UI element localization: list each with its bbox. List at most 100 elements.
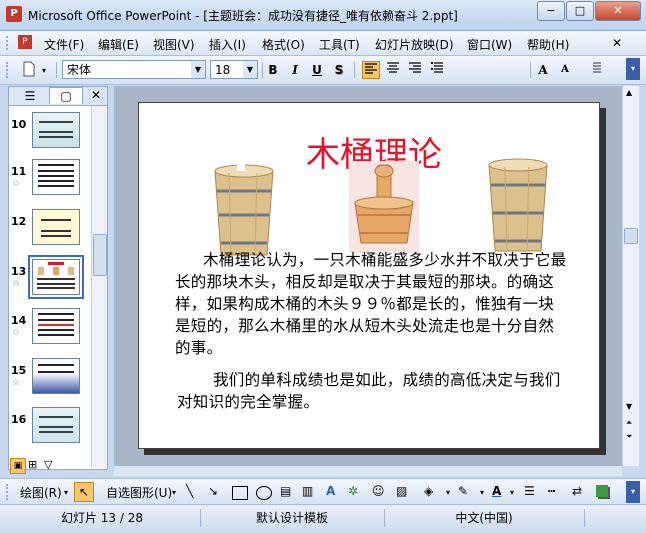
slide-thumbnail-11[interactable] — [32, 159, 80, 195]
line-color-icon[interactable]: ✎ — [458, 484, 468, 498]
formatting-toolbar: ▾ 宋体 ▼ 18 ▼ B I U S A A ▾ — [0, 56, 646, 85]
minimize-button[interactable]: − — [537, 1, 565, 21]
menu-grip[interactable] — [6, 36, 12, 50]
menu-window[interactable]: 窗口(W) — [467, 36, 512, 53]
chevron-down-icon[interactable]: ▾ — [480, 488, 484, 497]
chevron-down-icon[interactable]: ▾ — [64, 488, 68, 497]
powerpoint-icon[interactable]: P — [6, 6, 22, 22]
draw-menu-button[interactable]: 绘图(R) — [20, 484, 62, 501]
slide-thumbnail-10[interactable] — [32, 112, 80, 148]
document-icon[interactable]: P — [18, 35, 32, 49]
slide-body-paragraph[interactable]: 我们的单科成绩也是如此，成绩的高低决定与我们对知识的完全掌握。 — [177, 369, 569, 413]
align-center-button[interactable] — [384, 61, 402, 79]
horizontal-scrollbar[interactable] — [114, 466, 622, 476]
wordart-icon[interactable]: A — [326, 484, 335, 498]
chevron-down-icon[interactable]: ▾ — [172, 488, 176, 497]
underline-button[interactable]: U — [308, 61, 326, 79]
slide-editor: 木桶理论 木桶理论认为，一只木桶能盛多少水并不取决于它最长的那块木头，相反却是取… — [114, 86, 622, 466]
slide-thumbnail-12[interactable] — [32, 209, 80, 245]
fill-color-icon[interactable]: ◈ — [424, 484, 433, 498]
scrollbar-thumb[interactable] — [624, 228, 638, 244]
slide-thumbnail-16[interactable] — [32, 407, 80, 443]
slideshow-view-icon[interactable]: ▽ — [44, 458, 52, 471]
toolbar-grip[interactable] — [6, 62, 12, 78]
grow-font-button[interactable]: A — [534, 61, 552, 79]
decrease-indent-icon[interactable] — [586, 61, 604, 79]
slide-sorter-icon[interactable]: ⊞ — [28, 458, 37, 471]
wooden-bucket-image[interactable] — [211, 159, 277, 259]
thumb-number: 15 — [11, 364, 27, 377]
menu-view[interactable]: 视图(V) — [153, 36, 195, 53]
menu-insert[interactable]: 插入(I) — [209, 36, 246, 53]
slide-thumbnail-15[interactable] — [32, 358, 80, 394]
transition-icon[interactable]: ☆ — [12, 328, 20, 338]
chevron-down-icon[interactable]: ▼ — [191, 61, 205, 78]
menu-slideshow[interactable]: 幻灯片放映(D) — [375, 36, 454, 53]
slide-thumbnail-13[interactable] — [28, 255, 84, 299]
chevron-down-icon[interactable]: ▼ — [243, 61, 257, 78]
slide-thumbnail-14[interactable] — [32, 308, 80, 344]
view-buttons: ▣ ⊞ ▽ — [8, 458, 108, 474]
sauna-bucket-image[interactable] — [349, 161, 419, 253]
arrow-style-icon[interactable]: ⇄ — [572, 484, 582, 498]
font-name-select[interactable]: 宋体 ▼ — [62, 60, 206, 79]
shadow-style-icon[interactable] — [596, 485, 608, 497]
menu-format[interactable]: 格式(O) — [262, 36, 305, 53]
previous-slide-icon[interactable]: ⏶ — [626, 418, 632, 428]
chevron-down-icon[interactable]: ▾ — [446, 488, 450, 497]
scroll-down-icon[interactable]: ▼ — [626, 402, 632, 411]
next-slide-icon[interactable]: ⏷ — [626, 432, 632, 442]
line-style-icon[interactable]: ☰ — [524, 484, 535, 498]
align-right-button[interactable] — [406, 61, 424, 79]
dash-style-icon[interactable]: ┅ — [548, 484, 555, 498]
bullets-icon[interactable] — [428, 61, 446, 79]
bold-button[interactable]: B — [264, 61, 282, 79]
close-button[interactable]: ✕ — [595, 1, 641, 21]
doc-close-button[interactable]: ✕ — [612, 36, 622, 50]
shrink-font-button[interactable]: A — [556, 61, 574, 79]
scroll-up-icon[interactable]: ▲ — [626, 88, 632, 97]
menu-tools[interactable]: 工具(T) — [319, 36, 360, 53]
slide-canvas[interactable]: 木桶理论 木桶理论认为，一只木桶能盛多少水并不取决于它最长的那块木头，相反却是取… — [138, 102, 600, 449]
shadow-button[interactable]: S — [330, 61, 348, 79]
autoshapes-menu-button[interactable]: 自选图形(U) — [106, 484, 172, 501]
thumbnails-scrollbar[interactable] — [91, 106, 107, 468]
slide-scrollbar[interactable]: ▲ ▼ ⏶ ⏷ — [622, 86, 639, 466]
menu-file[interactable]: 文件(F) — [44, 36, 84, 53]
font-size-value: 18 — [215, 63, 231, 77]
arrow-icon[interactable]: ↘ — [208, 484, 218, 498]
slides-tab-icon[interactable]: ▢ — [49, 87, 83, 104]
menu-edit[interactable]: 编辑(E) — [98, 36, 139, 53]
menu-help[interactable]: 帮助(H) — [527, 36, 569, 53]
font-color-icon[interactable]: A — [492, 484, 501, 498]
oval-icon[interactable] — [256, 486, 272, 500]
maximize-button[interactable]: □ — [566, 1, 594, 21]
new-document-icon[interactable] — [20, 61, 38, 79]
vertical-textbox-icon[interactable]: ▥ — [302, 484, 313, 498]
normal-view-icon[interactable]: ▣ — [10, 458, 26, 474]
transition-icon[interactable]: ☆ — [12, 179, 20, 189]
title-bar: P Microsoft Office PowerPoint - [主题班会：成功… — [0, 0, 646, 31]
toolbar-overflow-icon[interactable]: ▾ — [626, 58, 640, 80]
font-size-select[interactable]: 18 ▼ — [210, 60, 258, 79]
clipart-icon[interactable]: ☺ — [372, 484, 385, 498]
align-left-button[interactable] — [362, 61, 380, 79]
outline-tab-icon[interactable]: ☰ — [13, 88, 47, 104]
line-icon[interactable]: ╲ — [186, 484, 193, 498]
diagram-icon[interactable]: ✲ — [348, 484, 358, 498]
italic-button[interactable]: I — [286, 61, 304, 79]
transition-icon[interactable]: ☆ — [12, 279, 20, 289]
chevron-down-icon[interactable]: ▾ — [510, 488, 514, 497]
toolbar-grip[interactable] — [6, 484, 12, 500]
slide-body-paragraph[interactable]: 木桶理论认为，一只木桶能盛多少水并不取决于它最长的那块木头，相反却是取决于其最短… — [175, 249, 567, 359]
transition-icon[interactable]: ☆ — [12, 378, 20, 388]
close-pane-icon[interactable]: ✕ — [91, 88, 101, 102]
picture-icon[interactable]: ▨ — [396, 484, 407, 498]
scrollbar-thumb[interactable] — [93, 234, 107, 276]
toolbar-overflow-icon[interactable]: ▾ — [626, 481, 640, 503]
rectangle-icon[interactable] — [232, 486, 248, 500]
toolbar-options-icon[interactable]: ▾ — [42, 66, 46, 75]
textbox-icon[interactable]: ▤ — [280, 484, 291, 498]
wooden-bucket-image[interactable] — [485, 155, 551, 255]
select-pointer-icon[interactable]: ↖ — [74, 482, 94, 502]
